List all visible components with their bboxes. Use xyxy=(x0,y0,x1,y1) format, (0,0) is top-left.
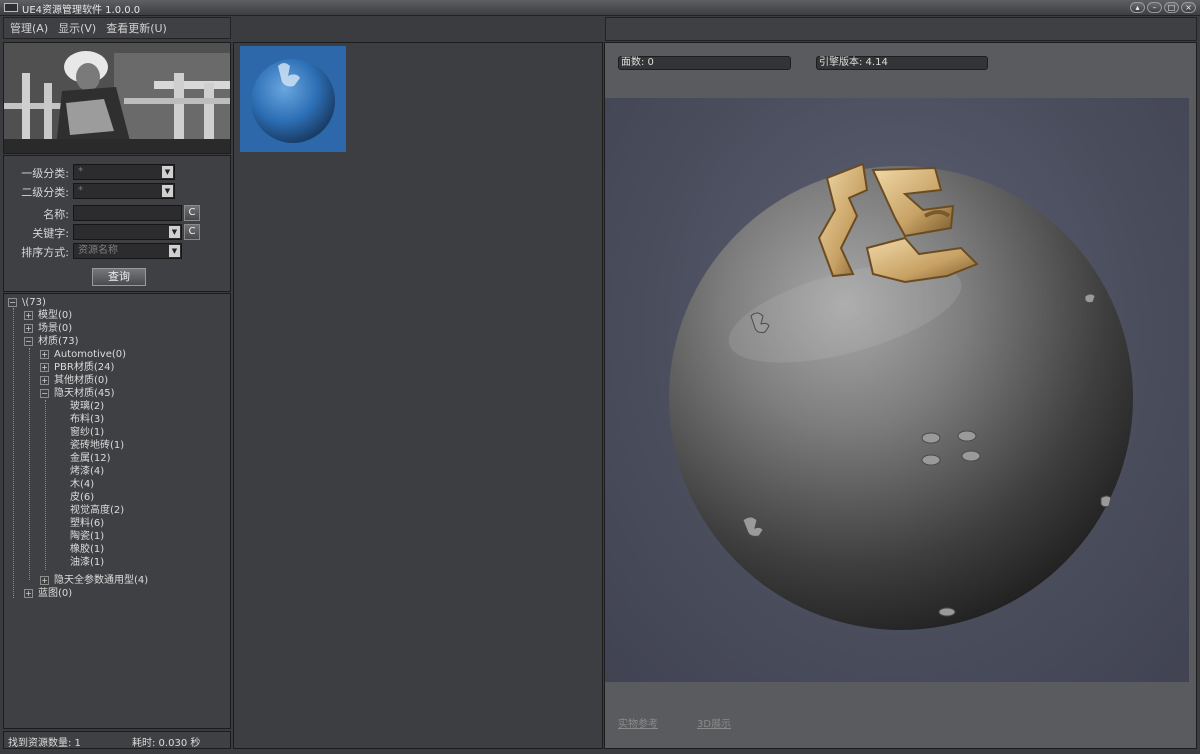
tree-leaf-rubber[interactable]: 橡胶(1) xyxy=(70,543,104,556)
collapse-icon[interactable]: − xyxy=(24,337,33,346)
expand-icon[interactable]: + xyxy=(40,376,49,385)
tree-item-scenes[interactable]: + 场景(0) xyxy=(24,322,72,335)
tree-leaf-curtain[interactable]: 窗纱(1) xyxy=(70,426,104,439)
sort-value: 资源名称 xyxy=(78,245,118,256)
filter-panel: 一级分类: * ▼ 二级分类: * ▼ 名称: C 关键字: ▼ C 排序方式:… xyxy=(3,155,231,292)
tree-leaf-plastic[interactable]: 塑料(6) xyxy=(70,517,104,530)
category2-label: 二级分类: xyxy=(21,186,69,199)
name-input[interactable] xyxy=(73,205,182,221)
category1-label: 一级分类: xyxy=(21,167,69,180)
toolbar-strip xyxy=(605,17,1197,41)
window-title: UE4资源管理软件 1.0.0.0 xyxy=(22,5,141,16)
filter-row-sort: 排序方式: 资源名称 ▼ xyxy=(4,243,230,259)
menu-check-update[interactable]: 查看更新(U) xyxy=(106,20,167,36)
asset-thumbnail[interactable] xyxy=(240,46,346,152)
menu-view[interactable]: 显示(V) xyxy=(58,20,96,36)
filter-row-name: 名称: C xyxy=(4,205,230,221)
category1-select[interactable]: * ▼ xyxy=(73,164,175,180)
tree-item-models[interactable]: + 模型(0) xyxy=(24,309,72,322)
tree-item-materials[interactable]: − 材质(73) xyxy=(24,335,79,348)
tree-item-yintian[interactable]: − 隐天材质(45) xyxy=(40,387,115,400)
keyword-select[interactable]: ▼ xyxy=(73,224,182,240)
expand-icon[interactable]: + xyxy=(40,363,49,372)
collapse-icon[interactable]: − xyxy=(8,298,17,307)
sort-select[interactable]: 资源名称 ▼ xyxy=(73,243,182,259)
title-bar: UE4资源管理软件 1.0.0.0 ▴ – □ × xyxy=(0,0,1200,16)
asset-grid xyxy=(233,42,603,749)
window-controls: ▴ – □ × xyxy=(1130,2,1196,13)
maximize-icon[interactable]: □ xyxy=(1164,2,1179,13)
category2-select[interactable]: * ▼ xyxy=(73,183,175,199)
tree-item-blueprint[interactable]: + 蓝图(0) xyxy=(24,587,72,600)
material-sphere-thumb xyxy=(251,59,335,143)
expand-icon[interactable]: + xyxy=(24,324,33,333)
clear-name-button[interactable]: C xyxy=(184,205,200,221)
status-bar: 找到资源数量: 1 耗时: 0.030 秒 xyxy=(3,731,231,749)
face-count-field: 面数: 0 xyxy=(618,56,791,70)
tree-leaf-tile[interactable]: 瓷砖地砖(1) xyxy=(70,439,124,452)
name-label: 名称: xyxy=(43,208,69,221)
sort-label: 排序方式: xyxy=(21,246,69,259)
minimize-icon[interactable]: – xyxy=(1147,2,1162,13)
app-icon xyxy=(4,3,18,12)
keyword-label: 关键字: xyxy=(32,227,69,240)
filter-row-category1: 一级分类: * ▼ xyxy=(4,164,230,180)
close-icon[interactable]: × xyxy=(1181,2,1196,13)
tree-leaf-wood[interactable]: 木(4) xyxy=(70,478,94,491)
chevron-down-icon[interactable]: ▼ xyxy=(169,245,180,257)
chevron-down-icon[interactable]: ▼ xyxy=(169,226,180,238)
found-count: 找到资源数量: 1 xyxy=(8,738,81,749)
tree-leaf-ceramic[interactable]: 陶瓷(1) xyxy=(70,530,104,543)
engine-version-field: 引擎版本: 4.14 xyxy=(816,56,988,70)
menu-bar: 管理(A) 显示(V) 查看更新(U) xyxy=(3,17,231,39)
restore-icon[interactable]: ▴ xyxy=(1130,2,1145,13)
tree-leaf-parallax[interactable]: 视觉高度(2) xyxy=(70,504,124,517)
tree-leaf-oil-paint[interactable]: 油漆(1) xyxy=(70,556,104,569)
chevron-down-icon[interactable]: ▼ xyxy=(162,166,173,178)
filter-row-category2: 二级分类: * ▼ xyxy=(4,183,230,199)
query-button[interactable]: 查询 xyxy=(92,268,146,286)
elapsed-time: 耗时: 0.030 秒 xyxy=(132,738,201,749)
tree-connector xyxy=(13,308,14,598)
tree-root[interactable]: − \(73) xyxy=(8,296,46,309)
3d-viewport[interactable] xyxy=(605,98,1189,682)
tree-item-other[interactable]: + 其他材质(0) xyxy=(40,374,108,387)
material-sphere-render xyxy=(669,162,1133,630)
tree-leaf-paint-baked[interactable]: 烤漆(4) xyxy=(70,465,104,478)
category2-value: * xyxy=(78,185,83,196)
tree-leaf-glass[interactable]: 玻璃(2) xyxy=(70,400,104,413)
collapse-icon[interactable]: − xyxy=(40,389,49,398)
clear-keyword-button[interactable]: C xyxy=(184,224,200,240)
tree-leaf-fabric[interactable]: 布料(3) xyxy=(70,413,104,426)
tree-leaf-metal[interactable]: 金属(12) xyxy=(70,452,111,465)
preview-photo xyxy=(4,43,230,153)
tree-item-yintian-params[interactable]: + 隐天全参数通用型(4) xyxy=(40,574,148,587)
filter-row-keyword: 关键字: ▼ C xyxy=(4,224,230,240)
tree-connector xyxy=(45,400,46,570)
expand-icon[interactable]: + xyxy=(40,350,49,359)
tree-item-pbr[interactable]: + PBR材质(24) xyxy=(40,361,114,374)
tree-item-automotive[interactable]: + Automotive(0) xyxy=(40,348,126,361)
3d-view-link[interactable]: 3D展示 xyxy=(697,715,731,730)
menu-manage[interactable]: 管理(A) xyxy=(10,20,48,36)
preview-panel: 面数: 0 引擎版本: 4.14 实物参考 3D展示 xyxy=(604,42,1197,749)
expand-icon[interactable]: + xyxy=(40,576,49,585)
expand-icon[interactable]: + xyxy=(24,589,33,598)
instance-reference-link[interactable]: 实物参考 xyxy=(618,715,658,730)
preview-thumbnail xyxy=(3,42,231,154)
tree-connector xyxy=(29,348,30,580)
expand-icon[interactable]: + xyxy=(24,311,33,320)
chevron-down-icon[interactable]: ▼ xyxy=(162,185,173,197)
tree-leaf-leather[interactable]: 皮(6) xyxy=(70,491,94,504)
category1-value: * xyxy=(78,166,83,177)
category-tree: − \(73) + 模型(0) + 场景(0) − 材质(73) + Autom… xyxy=(3,293,231,729)
